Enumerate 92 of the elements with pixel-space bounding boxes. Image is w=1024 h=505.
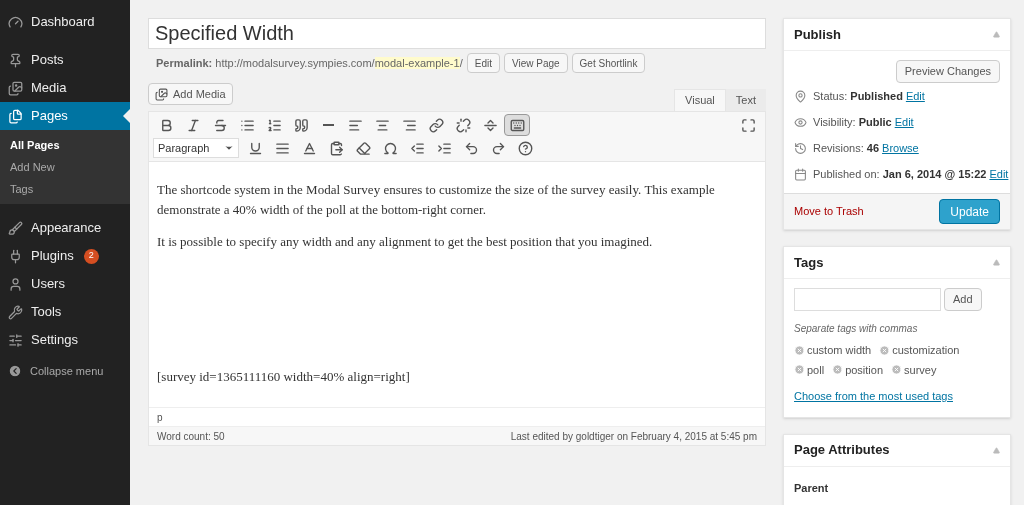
title-field[interactable]: Specified Width bbox=[148, 18, 766, 49]
underline-icon bbox=[247, 140, 263, 156]
undo-icon bbox=[463, 140, 479, 156]
menu-item[interactable]: Tools bbox=[0, 298, 130, 326]
italic-icon bbox=[185, 117, 201, 133]
permalink-button[interactable]: Edit bbox=[466, 53, 500, 73]
move-to-trash-link[interactable]: Move to Trash bbox=[794, 203, 864, 220]
wrench-icon bbox=[8, 304, 23, 320]
eraser-icon bbox=[355, 140, 371, 156]
unlink-icon bbox=[455, 117, 471, 133]
menu-item[interactable]: Pages bbox=[0, 102, 130, 130]
editor-tab[interactable]: Text bbox=[725, 89, 766, 111]
editor-tab[interactable]: Visual bbox=[674, 89, 726, 111]
tag-label: survey bbox=[904, 362, 937, 378]
pages-icon bbox=[8, 108, 23, 124]
content-paragraph: The shortcode system in the Modal Survey ensures to customize the size of the survey easily. This example demonstrate a 40% width of the poll at the bottom-right corner. bbox=[157, 181, 716, 219]
add-tag-button[interactable]: Add bbox=[944, 288, 982, 311]
permalink-button[interactable]: View Page bbox=[503, 53, 568, 73]
bullet-list-icon bbox=[239, 117, 255, 133]
format-select[interactable]: Paragraph bbox=[153, 138, 239, 158]
publish-info: Published on: Jan 6, 2014 @ 15:22 bbox=[813, 166, 987, 182]
menu-item[interactable]: Posts bbox=[0, 46, 130, 74]
publish-info: Visibility: Public bbox=[813, 114, 892, 130]
text-color-icon bbox=[301, 140, 317, 156]
indent-icon bbox=[436, 140, 452, 156]
toolbar-toggle-icon bbox=[509, 117, 525, 133]
element-path: p bbox=[157, 410, 163, 425]
align-left-icon bbox=[347, 117, 363, 133]
publish-info: Revisions: 46 bbox=[813, 140, 880, 156]
history-icon bbox=[794, 141, 807, 155]
tag-input[interactable] bbox=[794, 288, 941, 311]
current-arrow-icon bbox=[123, 109, 130, 123]
sliders-icon bbox=[8, 332, 23, 348]
redo-icon bbox=[490, 140, 506, 156]
tag-label: custom width bbox=[807, 343, 872, 358]
box-title: Tags bbox=[794, 253, 824, 272]
eye-icon bbox=[794, 115, 807, 129]
paste-text-icon bbox=[328, 140, 344, 156]
publish-link[interactable]: Edit bbox=[894, 113, 914, 131]
pin-icon bbox=[794, 89, 807, 103]
tag-label: customization bbox=[892, 343, 960, 358]
last-edited: Last edited by goldtiger on February 4, 2015 at 5:45 pm bbox=[510, 429, 757, 444]
menu-item[interactable]: Media bbox=[0, 74, 130, 102]
add-media-button[interactable]: Add Media bbox=[148, 83, 233, 105]
preview-changes-button[interactable]: Preview Changes bbox=[895, 60, 1000, 83]
fullscreen-icon bbox=[740, 117, 756, 133]
tags-hint: Separate tags with commas bbox=[794, 322, 919, 336]
publish-info: Status: Published bbox=[813, 88, 903, 104]
permalink: Permalink: http://modalsurvey.sympies.com/modal-example-1/ bbox=[156, 55, 463, 71]
justify-icon bbox=[274, 140, 290, 156]
content-paragraph: It is possible to specify any width and any alignment to get the best position that you imagined. bbox=[157, 233, 654, 251]
tag-label: poll bbox=[807, 362, 825, 378]
pin-icon bbox=[8, 52, 23, 68]
gauge-icon bbox=[8, 14, 23, 30]
submenu-item[interactable]: Tags bbox=[0, 178, 130, 200]
content-paragraph: [survey id=1365111160 width=40% align=right] bbox=[157, 368, 411, 386]
publish-link[interactable]: Edit bbox=[905, 87, 925, 105]
dropdown-caret-icon bbox=[224, 143, 234, 153]
collapse-menu-button[interactable]: Collapse menu bbox=[0, 356, 130, 386]
permalink-button[interactable]: Get Shortlink bbox=[571, 53, 646, 73]
help-icon bbox=[517, 140, 533, 156]
toolbar-toggle-button[interactable] bbox=[504, 114, 530, 136]
box-title: Page Attributes bbox=[794, 441, 890, 460]
parent-label: Parent bbox=[794, 481, 829, 494]
publish-link[interactable]: Edit bbox=[989, 165, 1009, 183]
align-right-icon bbox=[401, 117, 417, 133]
submenu-item[interactable]: Add New bbox=[0, 156, 130, 178]
calendar-icon bbox=[794, 167, 807, 181]
submenu-item[interactable]: All Pages bbox=[0, 134, 130, 156]
brush-icon bbox=[8, 220, 23, 236]
tag-label: position bbox=[845, 362, 884, 378]
omega-icon bbox=[382, 140, 398, 156]
quote-icon bbox=[293, 117, 309, 133]
menu-item[interactable]: Appearance bbox=[0, 214, 130, 242]
most-used-tags-link[interactable]: Choose from the most used tags bbox=[794, 388, 1000, 405]
images-icon bbox=[155, 87, 168, 101]
user-icon bbox=[8, 276, 23, 292]
count-badge: 2 bbox=[83, 248, 99, 264]
publish-link[interactable]: Browse bbox=[882, 139, 919, 157]
menu-item[interactable]: Settings bbox=[0, 326, 130, 354]
strikethrough-icon bbox=[212, 117, 228, 133]
numbered-list-icon bbox=[266, 117, 282, 133]
menu-item[interactable]: Plugins 2 bbox=[0, 242, 130, 270]
images-icon bbox=[8, 80, 23, 96]
menu-item[interactable]: Dashboard bbox=[0, 8, 130, 36]
box-title: Publish bbox=[794, 25, 841, 44]
word-count: Word count: 50 bbox=[157, 429, 225, 444]
plug-icon bbox=[8, 248, 23, 264]
align-center-icon bbox=[374, 117, 390, 133]
link-icon bbox=[428, 117, 444, 133]
outdent-icon bbox=[409, 140, 425, 156]
menu-item[interactable]: Users bbox=[0, 270, 130, 298]
